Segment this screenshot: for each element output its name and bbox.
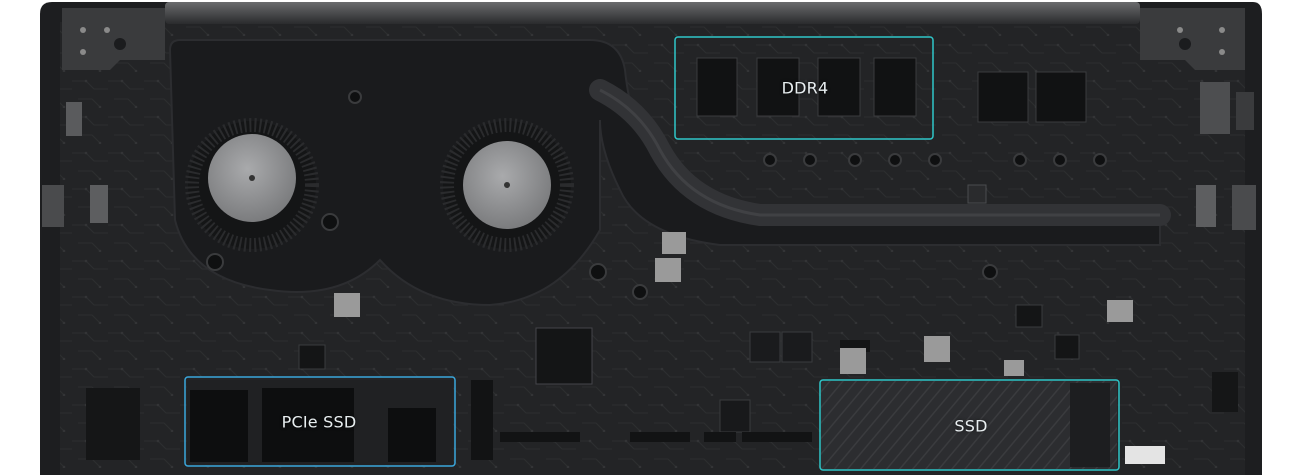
laptop-motherboard-image xyxy=(40,2,1262,475)
ssd-label: SSD xyxy=(954,416,988,436)
left-fan xyxy=(185,118,319,252)
ddr4-label: DDR4 xyxy=(781,78,829,98)
hinge-bar xyxy=(165,2,1140,24)
pcie-ssd-label: PCIe SSD xyxy=(281,412,357,432)
right-fan xyxy=(440,118,574,252)
